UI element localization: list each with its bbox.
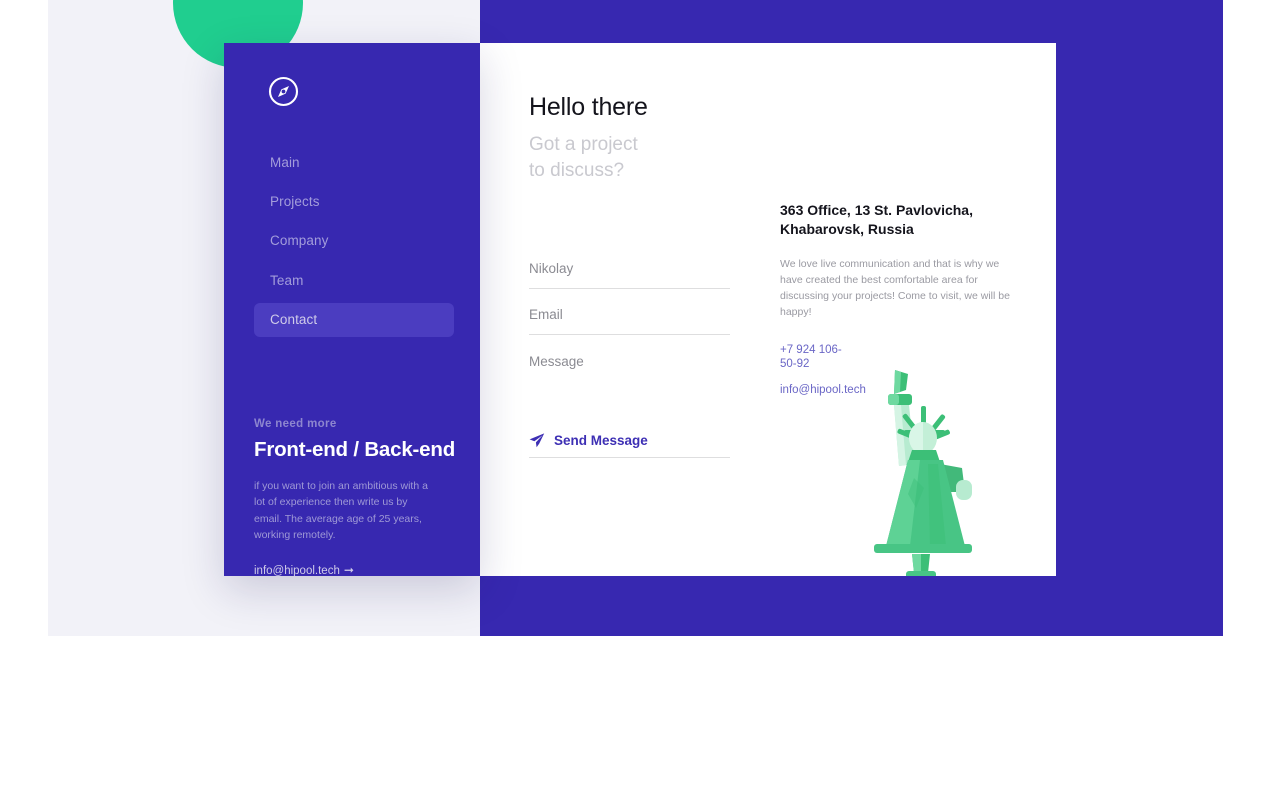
- intro-block: Hello there Got a project to discuss?: [529, 93, 779, 184]
- email-input[interactable]: [529, 307, 730, 335]
- compass-icon[interactable]: [268, 76, 299, 107]
- recruitment-email-label: info@hipool.tech: [254, 565, 340, 578]
- recruitment-block: We need more Front-end / Back-end if you…: [254, 418, 456, 579]
- sidebar-item-team[interactable]: Team: [254, 264, 454, 298]
- statue-of-liberty-illustration: [868, 368, 978, 576]
- sidebar-item-projects[interactable]: Projects: [254, 185, 454, 219]
- subtitle-line-1: Got a project: [529, 134, 638, 155]
- page-title: Hello there: [529, 93, 648, 121]
- arrow-right-icon: ➞: [343, 563, 354, 578]
- paper-plane-icon: [529, 433, 545, 448]
- page-subtitle: Got a project to discuss?: [529, 132, 779, 184]
- office-description: We love live communication and that is w…: [780, 257, 1010, 319]
- phone-link[interactable]: +7 924 106-50-92: [780, 343, 854, 372]
- contact-card: Hello there Got a project to discuss? Se…: [480, 43, 1056, 576]
- page-root: Hello there Got a project to discuss? Se…: [0, 0, 1280, 800]
- recruitment-title: Front-end / Back-end: [254, 438, 456, 461]
- sidebar-item-main[interactable]: Main: [254, 146, 454, 180]
- sidebar-item-company[interactable]: Company: [254, 224, 454, 258]
- recruitment-text: if you want to join an ambitious with a …: [254, 480, 428, 541]
- send-message-button[interactable]: Send Message: [529, 433, 648, 448]
- sidebar-item-contact[interactable]: Contact: [254, 302, 454, 337]
- recruitment-email-link[interactable]: info@hipool.tech ➞: [254, 563, 354, 578]
- sidebar: Main Projects Company Team Contact We ne…: [224, 43, 480, 579]
- sidebar-nav: Main Projects Company Team Contact: [254, 146, 454, 342]
- office-address: 363 Office, 13 St. Pavlovicha, Khabarovs…: [780, 202, 973, 238]
- send-message-label: Send Message: [554, 433, 648, 448]
- recruitment-kicker: We need more: [254, 418, 337, 430]
- name-input[interactable]: [529, 261, 730, 289]
- subtitle-line-2: to discuss?: [529, 160, 625, 182]
